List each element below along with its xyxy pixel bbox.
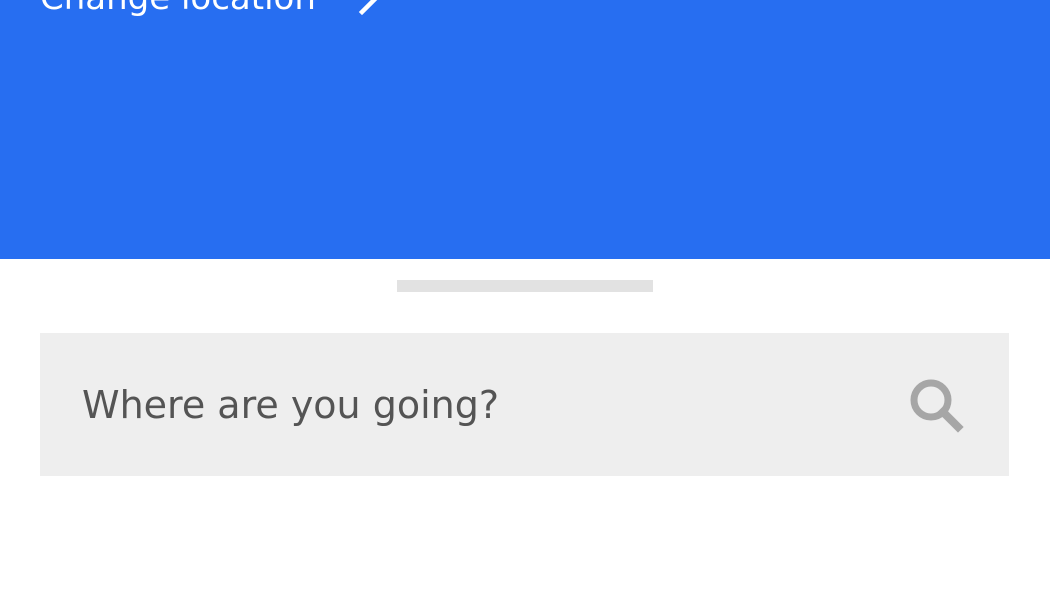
chevron-right-icon — [354, 0, 384, 18]
search-icon[interactable] — [906, 375, 966, 435]
change-location-label: Change location — [40, 0, 316, 18]
change-location-button[interactable]: Change location — [40, 0, 384, 18]
destination-search-field[interactable]: Where are you going? — [40, 333, 1009, 476]
drag-handle[interactable] — [397, 280, 653, 292]
location-header: Change location — [0, 0, 1050, 259]
bottom-sheet: Where are you going? — [0, 259, 1050, 600]
search-placeholder: Where are you going? — [82, 383, 500, 427]
